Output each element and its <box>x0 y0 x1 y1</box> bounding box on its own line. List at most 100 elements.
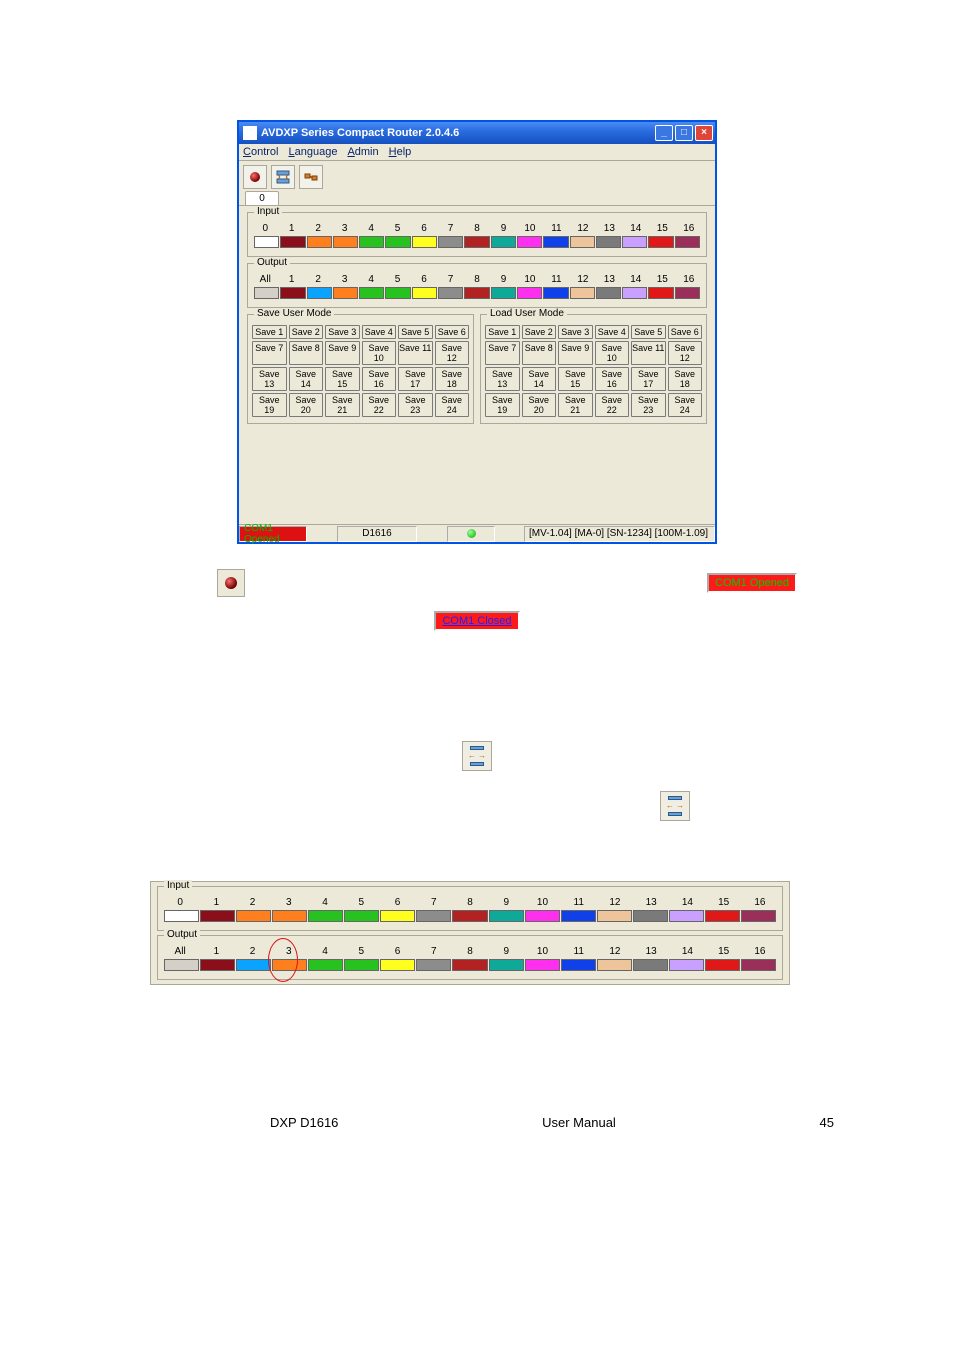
doutSwatch-swatch[interactable] <box>344 959 379 971</box>
doutSwatch-swatch[interactable] <box>308 959 343 971</box>
doutSwatch-swatch[interactable] <box>705 959 740 971</box>
menu-control[interactable]: CControlontrol <box>243 146 278 158</box>
save-mode-button[interactable]: Save 2 <box>289 325 324 339</box>
load-mode-button[interactable]: Save 3 <box>558 325 593 339</box>
dinSwatch-swatch[interactable] <box>705 910 740 922</box>
tab-0[interactable]: 0 <box>245 191 279 205</box>
dinSwatch-swatch[interactable] <box>416 910 451 922</box>
doutSwatch-swatch[interactable] <box>272 959 307 971</box>
outSwatch-swatch[interactable] <box>254 287 279 299</box>
doutSwatch-swatch[interactable] <box>633 959 668 971</box>
outSwatch-swatch[interactable] <box>280 287 305 299</box>
outSwatch-swatch[interactable] <box>622 287 647 299</box>
save-mode-button[interactable]: Save 17 <box>398 367 433 391</box>
dinSwatch-swatch[interactable] <box>272 910 307 922</box>
dinSwatch-swatch[interactable] <box>380 910 415 922</box>
inSwatch-swatch[interactable] <box>675 236 700 248</box>
outSwatch-swatch[interactable] <box>648 287 673 299</box>
load-mode-button[interactable]: Save 5 <box>631 325 666 339</box>
save-mode-button[interactable]: Save 3 <box>325 325 360 339</box>
save-mode-button[interactable]: Save 19 <box>252 393 287 417</box>
save-mode-button[interactable]: Save 22 <box>362 393 397 417</box>
menu-admin[interactable]: Admin <box>347 146 378 158</box>
inSwatch-swatch[interactable] <box>648 236 673 248</box>
doutSwatch-swatch[interactable] <box>380 959 415 971</box>
save-mode-button[interactable]: Save 9 <box>325 341 360 365</box>
menu-language[interactable]: Language <box>288 146 337 158</box>
swap-button-standalone-2[interactable]: ← → <box>660 791 690 821</box>
save-mode-button[interactable]: Save 18 <box>435 367 470 391</box>
dinSwatch-swatch[interactable] <box>561 910 596 922</box>
save-mode-button[interactable]: Save 15 <box>325 367 360 391</box>
save-mode-button[interactable]: Save 8 <box>289 341 324 365</box>
load-mode-button[interactable]: Save 2 <box>522 325 557 339</box>
outSwatch-swatch[interactable] <box>412 287 437 299</box>
save-mode-button[interactable]: Save 6 <box>435 325 470 339</box>
save-mode-button[interactable]: Save 16 <box>362 367 397 391</box>
save-mode-button[interactable]: Save 23 <box>398 393 433 417</box>
inSwatch-swatch[interactable] <box>333 236 358 248</box>
inSwatch-swatch[interactable] <box>596 236 621 248</box>
dinSwatch-swatch[interactable] <box>308 910 343 922</box>
outSwatch-swatch[interactable] <box>307 287 332 299</box>
outSwatch-swatch[interactable] <box>438 287 463 299</box>
dinSwatch-swatch[interactable] <box>741 910 776 922</box>
save-mode-button[interactable]: Save 20 <box>289 393 324 417</box>
doutSwatch-swatch[interactable] <box>525 959 560 971</box>
load-mode-button[interactable]: Save 21 <box>558 393 593 417</box>
load-mode-button[interactable]: Save 10 <box>595 341 630 365</box>
load-mode-button[interactable]: Save 17 <box>631 367 666 391</box>
minimize-button[interactable]: _ <box>655 125 673 141</box>
load-mode-button[interactable]: Save 8 <box>522 341 557 365</box>
network-button[interactable] <box>299 165 323 189</box>
save-mode-button[interactable]: Save 13 <box>252 367 287 391</box>
doutSwatch-swatch[interactable] <box>164 959 199 971</box>
load-mode-button[interactable]: Save 19 <box>485 393 520 417</box>
save-mode-button[interactable]: Save 21 <box>325 393 360 417</box>
inSwatch-swatch[interactable] <box>412 236 437 248</box>
load-mode-button[interactable]: Save 24 <box>668 393 703 417</box>
swap-button[interactable] <box>271 165 295 189</box>
outSwatch-swatch[interactable] <box>385 287 410 299</box>
doutSwatch-swatch[interactable] <box>669 959 704 971</box>
inSwatch-swatch[interactable] <box>254 236 279 248</box>
load-mode-button[interactable]: Save 14 <box>522 367 557 391</box>
load-mode-button[interactable]: Save 7 <box>485 341 520 365</box>
dinSwatch-swatch[interactable] <box>633 910 668 922</box>
dinSwatch-swatch[interactable] <box>200 910 235 922</box>
dinSwatch-swatch[interactable] <box>236 910 271 922</box>
load-mode-button[interactable]: Save 6 <box>668 325 703 339</box>
save-mode-button[interactable]: Save 1 <box>252 325 287 339</box>
doutSwatch-swatch[interactable] <box>597 959 632 971</box>
inSwatch-swatch[interactable] <box>438 236 463 248</box>
dinSwatch-swatch[interactable] <box>452 910 487 922</box>
inSwatch-swatch[interactable] <box>570 236 595 248</box>
doutSwatch-swatch[interactable] <box>416 959 451 971</box>
inSwatch-swatch[interactable] <box>280 236 305 248</box>
swap-button-standalone-1[interactable]: ← → <box>462 741 492 771</box>
load-mode-button[interactable]: Save 13 <box>485 367 520 391</box>
load-mode-button[interactable]: Save 20 <box>522 393 557 417</box>
dinSwatch-swatch[interactable] <box>164 910 199 922</box>
save-mode-button[interactable]: Save 12 <box>435 341 470 365</box>
doutSwatch-swatch[interactable] <box>741 959 776 971</box>
outSwatch-swatch[interactable] <box>543 287 568 299</box>
load-mode-button[interactable]: Save 1 <box>485 325 520 339</box>
maximize-button[interactable]: □ <box>675 125 693 141</box>
save-mode-button[interactable]: Save 7 <box>252 341 287 365</box>
doutSwatch-swatch[interactable] <box>236 959 271 971</box>
inSwatch-swatch[interactable] <box>359 236 384 248</box>
dinSwatch-swatch[interactable] <box>489 910 524 922</box>
load-mode-button[interactable]: Save 18 <box>668 367 703 391</box>
dinSwatch-swatch[interactable] <box>525 910 560 922</box>
outSwatch-swatch[interactable] <box>675 287 700 299</box>
inSwatch-swatch[interactable] <box>517 236 542 248</box>
titlebar[interactable]: AVDXP Series Compact Router 2.0.4.6 _ □ … <box>239 122 715 144</box>
save-mode-button[interactable]: Save 24 <box>435 393 470 417</box>
save-mode-button[interactable]: Save 10 <box>362 341 397 365</box>
outSwatch-swatch[interactable] <box>517 287 542 299</box>
inSwatch-swatch[interactable] <box>543 236 568 248</box>
outSwatch-swatch[interactable] <box>333 287 358 299</box>
doutSwatch-swatch[interactable] <box>561 959 596 971</box>
save-mode-button[interactable]: Save 11 <box>398 341 433 365</box>
